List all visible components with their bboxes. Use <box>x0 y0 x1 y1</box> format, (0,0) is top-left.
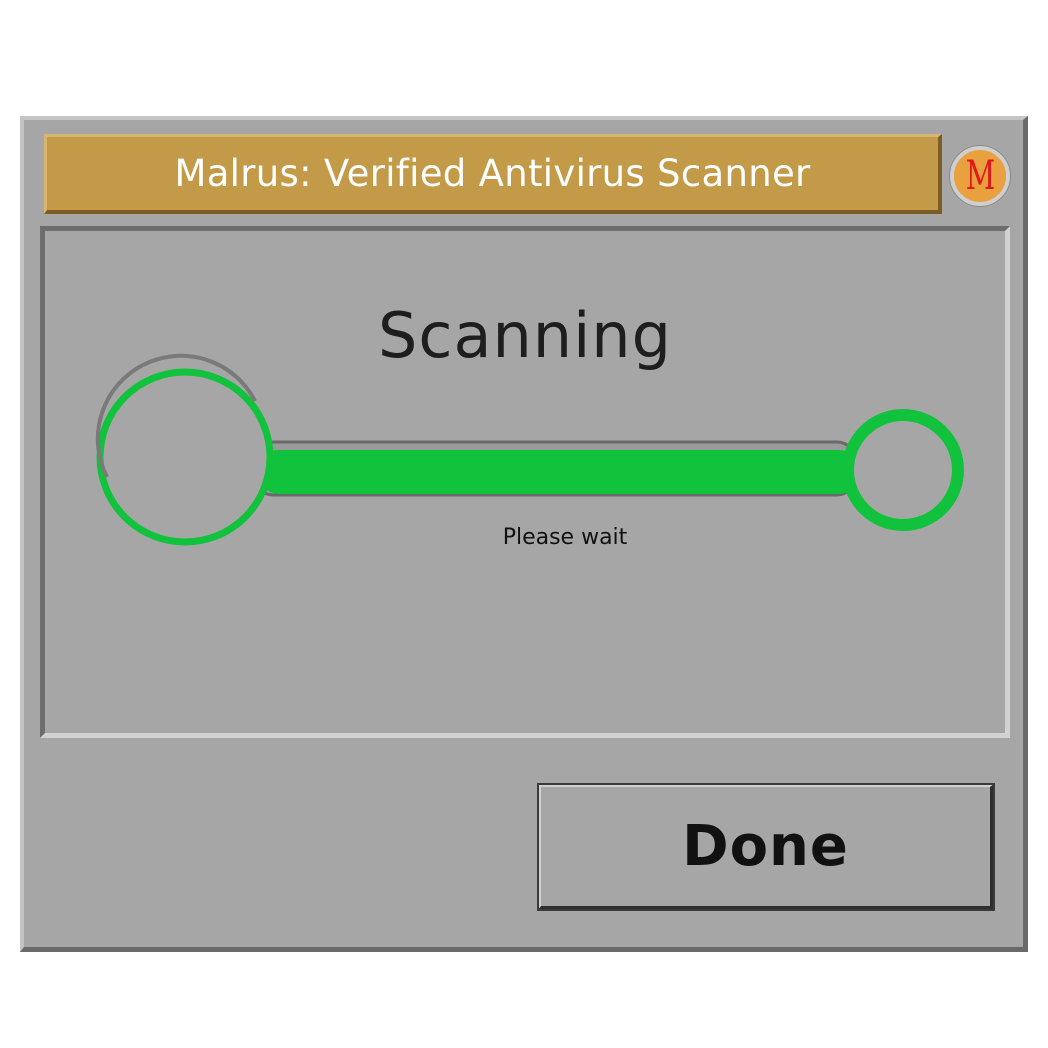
scan-progress <box>95 353 964 546</box>
logo-letter: M <box>965 153 995 199</box>
progress-start-knob <box>96 368 274 546</box>
done-button-label: Done <box>682 814 849 879</box>
progress-end-knob <box>842 409 964 531</box>
malrus-logo-icon: M <box>950 146 1010 206</box>
scan-panel: Scanning Please wait <box>40 226 1010 738</box>
scanner-window: Malrus: Verified Antivirus Scanner M Sca… <box>20 116 1028 952</box>
progress-fill <box>259 450 859 494</box>
done-button[interactable]: Done <box>537 783 995 911</box>
scan-status: Please wait <box>502 525 628 550</box>
title-bar[interactable]: Malrus: Verified Antivirus Scanner <box>44 134 942 214</box>
window-title: Malrus: Verified Antivirus Scanner <box>174 152 811 195</box>
